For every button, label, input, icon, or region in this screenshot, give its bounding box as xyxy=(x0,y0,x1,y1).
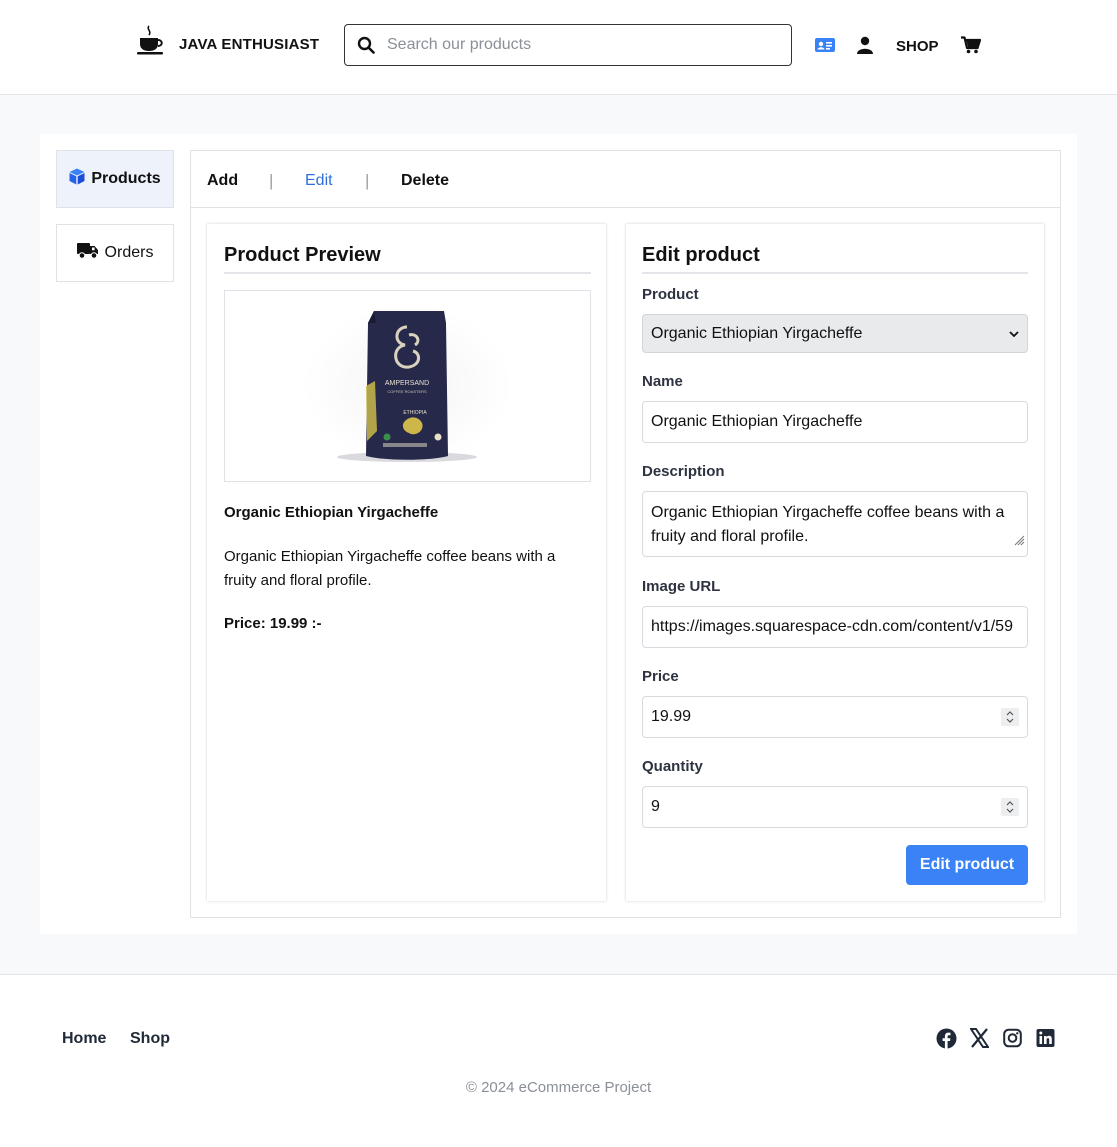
quantity-value: 9 xyxy=(651,798,660,815)
name-field[interactable]: Organic Ethiopian Yirgacheffe xyxy=(642,401,1028,443)
cart-icon[interactable] xyxy=(961,36,982,59)
description-label: Description xyxy=(642,463,725,480)
price-field[interactable]: 19.99 xyxy=(642,696,1028,738)
image-url-label: Image URL xyxy=(642,578,721,595)
tab-bar: Add | Edit | Delete xyxy=(191,151,1060,208)
copyright-text: © 2024 eCommerce Project xyxy=(465,1079,652,1096)
quantity-label: Quantity xyxy=(642,758,703,775)
image-url-field[interactable]: https://images.squarespace-cdn.com/conte… xyxy=(642,606,1028,648)
search-input[interactable] xyxy=(387,36,767,54)
tab-add[interactable]: Add xyxy=(207,172,238,190)
price-value: 19.99 xyxy=(651,708,692,725)
id-card-icon[interactable] xyxy=(815,36,835,59)
footer-link-shop[interactable]: Shop xyxy=(130,1030,170,1048)
search-bar xyxy=(344,24,792,66)
description-field[interactable]: Organic Ethiopian Yirgacheffe coffee bea… xyxy=(642,491,1028,557)
edit-product-card: Edit product Product Organic Ethiopian Y… xyxy=(626,224,1044,901)
quantity-field[interactable]: 9 xyxy=(642,786,1028,828)
product-image: AMPERSAND COFFEE ROASTERS ETHIOPIA xyxy=(303,305,513,465)
divider xyxy=(642,272,1028,274)
preview-title: Product Preview xyxy=(224,244,381,266)
image-origin-text: ETHIOPIA xyxy=(403,410,427,416)
resize-handle-icon[interactable] xyxy=(1013,530,1025,554)
coffee-cup-icon xyxy=(137,25,165,60)
shop-link[interactable]: SHOP xyxy=(896,38,939,55)
product-select-value: Organic Ethiopian Yirgacheffe xyxy=(651,324,863,342)
box-icon xyxy=(69,168,85,190)
truck-icon xyxy=(76,242,99,264)
sidebar-item-label: Products xyxy=(91,170,161,187)
facebook-icon[interactable] xyxy=(936,1028,957,1054)
sidebar-item-products[interactable]: Products xyxy=(56,150,174,208)
sidebar-item-label: Orders xyxy=(104,244,154,261)
instagram-icon[interactable] xyxy=(1003,1028,1022,1053)
site-footer: Home Shop © 2024 eCommerce Project xyxy=(0,974,1117,1147)
name-value: Organic Ethiopian Yirgacheffe xyxy=(651,413,863,430)
quantity-stepper-icon[interactable] xyxy=(1001,798,1019,816)
preview-product-description: Organic Ethiopian Yirgacheffe coffee bea… xyxy=(224,548,556,589)
product-image-frame: AMPERSAND COFFEE ROASTERS ETHIOPIA xyxy=(224,290,591,482)
preview-product-price: Price: 19.99 :- xyxy=(224,615,322,632)
price-label: Price xyxy=(642,668,679,685)
chevron-down-icon xyxy=(1009,325,1019,343)
footer-link-home[interactable]: Home xyxy=(62,1030,106,1048)
tab-separator: | xyxy=(269,171,274,190)
product-select-label: Product xyxy=(642,286,699,303)
image-brand-text: AMPERSAND xyxy=(385,380,429,387)
image-url-value: https://images.squarespace-cdn.com/conte… xyxy=(651,618,1013,635)
brand-name: JAVA ENTHUSIAST xyxy=(179,36,320,53)
image-subbrand-text: COFFEE ROASTERS xyxy=(387,389,427,394)
edit-product-button[interactable]: Edit product xyxy=(906,845,1028,885)
divider xyxy=(224,272,591,274)
description-value: Organic Ethiopian Yirgacheffe coffee bea… xyxy=(651,504,1005,545)
product-select[interactable]: Organic Ethiopian Yirgacheffe xyxy=(642,314,1028,353)
sidebar-item-orders[interactable]: Orders xyxy=(56,224,174,282)
preview-product-name: Organic Ethiopian Yirgacheffe xyxy=(224,504,439,521)
site-header: JAVA ENTHUSIAST SHOP xyxy=(0,0,1117,95)
product-panel: Add | Edit | Delete Product Preview AMPE… xyxy=(190,150,1061,918)
form-title: Edit product xyxy=(642,244,760,266)
linkedin-icon[interactable] xyxy=(1036,1028,1055,1053)
x-icon[interactable] xyxy=(969,1028,990,1053)
name-label: Name xyxy=(642,373,683,390)
product-preview-card: Product Preview AMPERSAND COFFEE ROASTER… xyxy=(207,224,606,901)
brand-logo[interactable]: JAVA ENTHUSIAST xyxy=(137,25,319,60)
price-stepper-icon[interactable] xyxy=(1001,708,1019,726)
tab-separator: | xyxy=(365,171,370,190)
user-icon[interactable] xyxy=(857,36,873,59)
tab-delete[interactable]: Delete xyxy=(401,172,449,190)
search-icon[interactable] xyxy=(345,36,387,54)
tab-edit[interactable]: Edit xyxy=(305,172,333,190)
